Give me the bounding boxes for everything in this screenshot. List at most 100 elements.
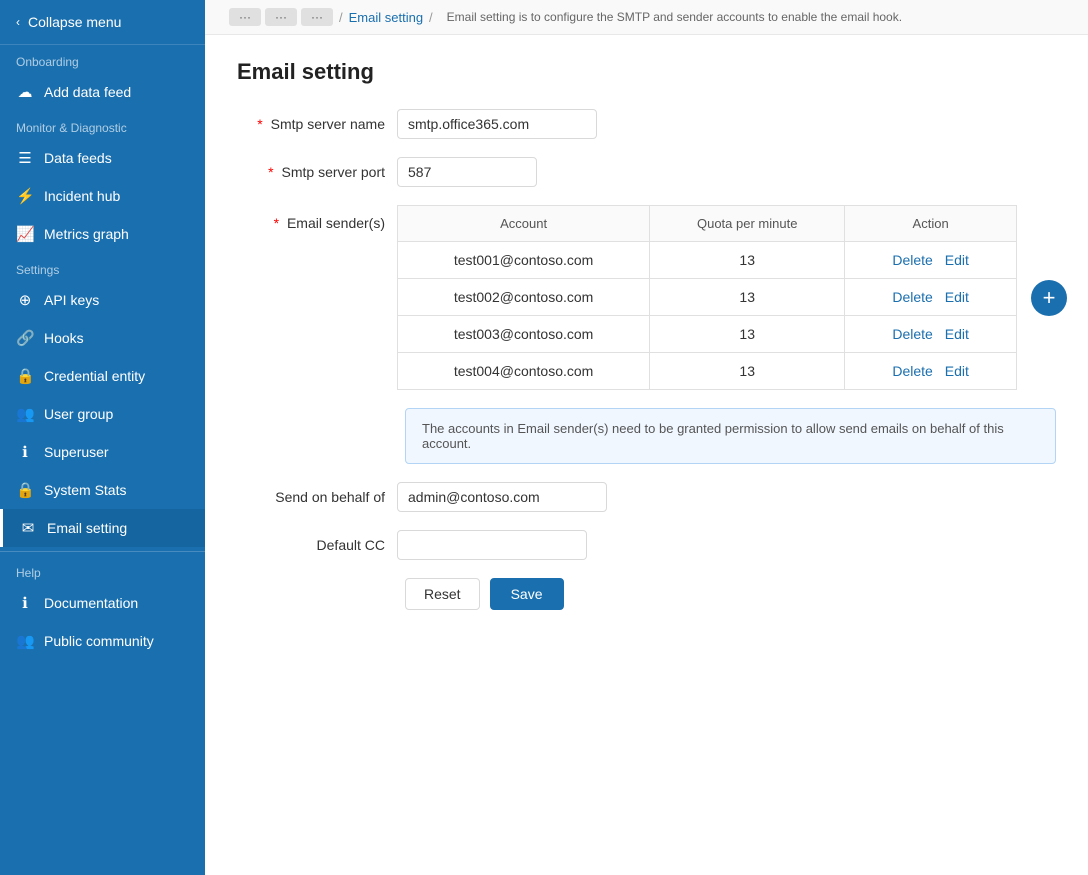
smtp-server-port-row: * Smtp server port (237, 157, 1056, 187)
collapse-menu-button[interactable]: ‹ Collapse menu (0, 0, 205, 45)
chevron-left-icon: ‹ (16, 15, 20, 29)
info-icon: ℹ (16, 443, 34, 461)
info-message: The accounts in Email sender(s) need to … (422, 421, 1004, 451)
required-star: * (257, 116, 262, 132)
sidebar-item-hooks[interactable]: 🔗 Hooks (0, 319, 205, 357)
smtp-server-name-input[interactable] (397, 109, 597, 139)
settings-section-label: Settings (0, 253, 205, 281)
quota-cell: 13 (650, 316, 845, 353)
send-on-behalf-label: Send on behalf of (237, 489, 397, 505)
lock-icon: 🔒 (16, 367, 34, 385)
col-header-quota: Quota per minute (650, 206, 845, 242)
breadcrumb-current: Email setting (349, 10, 423, 25)
quota-cell: 13 (650, 279, 845, 316)
account-cell: test004@contoso.com (398, 353, 650, 390)
edit-link[interactable]: Edit (945, 252, 969, 268)
email-senders-label: * Email sender(s) (237, 205, 397, 231)
add-sender-button[interactable]: + (1031, 280, 1067, 316)
edit-link[interactable]: Edit (945, 289, 969, 305)
email-senders-section: * Email sender(s) Account Quota per minu… (237, 205, 1056, 390)
sidebar-item-label: Add data feed (44, 84, 131, 100)
default-cc-row: Default CC (237, 530, 1056, 560)
delete-link[interactable]: Delete (892, 326, 932, 342)
delete-link[interactable]: Delete (892, 363, 932, 379)
reset-button[interactable]: Reset (405, 578, 480, 610)
sidebar-item-system-stats[interactable]: 🔒 System Stats (0, 471, 205, 509)
account-cell: test002@contoso.com (398, 279, 650, 316)
sidebar-item-label: Hooks (44, 330, 84, 346)
edit-link[interactable]: Edit (945, 326, 969, 342)
edit-link[interactable]: Edit (945, 363, 969, 379)
required-star-2: * (268, 164, 273, 180)
hook-icon: 🔗 (16, 329, 34, 347)
breadcrumb-description: Email setting is to configure the SMTP a… (447, 10, 902, 24)
account-cell: test001@contoso.com (398, 242, 650, 279)
quota-cell: 13 (650, 353, 845, 390)
default-cc-label: Default CC (237, 537, 397, 553)
sidebar-item-label: Credential entity (44, 368, 145, 384)
delete-link[interactable]: Delete (892, 252, 932, 268)
table-row: test001@contoso.com 13 Delete Edit (398, 242, 1017, 279)
save-button[interactable]: Save (490, 578, 564, 610)
sidebar-item-metrics-graph[interactable]: 📈 Metrics graph (0, 215, 205, 253)
col-header-account: Account (398, 206, 650, 242)
sidebar-item-documentation[interactable]: ℹ Documentation (0, 584, 205, 622)
sidebar-item-public-community[interactable]: 👥 Public community (0, 622, 205, 660)
col-header-action: Action (845, 206, 1017, 242)
breadcrumb-tab-2[interactable]: ··· (265, 8, 297, 26)
sidebar-item-label: User group (44, 406, 113, 422)
page-title: Email setting (237, 59, 1056, 85)
send-on-behalf-row: Send on behalf of (237, 482, 1056, 512)
breadcrumb-tab-3[interactable]: ··· (301, 8, 333, 26)
sidebar-item-user-group[interactable]: 👥 User group (0, 395, 205, 433)
sidebar-item-add-data-feed[interactable]: ☁ Add data feed (0, 73, 205, 111)
sidebar: ‹ Collapse menu Onboarding ☁ Add data fe… (0, 0, 205, 875)
sidebar-item-label: Documentation (44, 595, 138, 611)
sidebar-item-label: API keys (44, 292, 99, 308)
stats-lock-icon: 🔒 (16, 481, 34, 499)
cloud-icon: ☁ (16, 83, 34, 101)
sidebar-item-superuser[interactable]: ℹ Superuser (0, 433, 205, 471)
collapse-menu-label: Collapse menu (28, 14, 121, 30)
email-icon: ✉ (19, 519, 37, 537)
info-box: The accounts in Email sender(s) need to … (405, 408, 1056, 464)
sidebar-item-incident-hub[interactable]: ⚡ Incident hub (0, 177, 205, 215)
action-cell: Delete Edit (845, 242, 1017, 279)
email-senders-table: Account Quota per minute Action test001@… (397, 205, 1017, 390)
action-cell: Delete Edit (845, 316, 1017, 353)
sidebar-item-label: Public community (44, 633, 154, 649)
default-cc-input[interactable] (397, 530, 587, 560)
list-icon: ☰ (16, 149, 34, 167)
email-table-wrapper: Account Quota per minute Action test001@… (397, 205, 1017, 390)
smtp-server-port-input[interactable] (397, 157, 537, 187)
action-cell: Delete Edit (845, 279, 1017, 316)
action-buttons: Reset Save (405, 578, 1056, 610)
delete-link[interactable]: Delete (892, 289, 932, 305)
sidebar-item-label: System Stats (44, 482, 126, 498)
monitor-section-label: Monitor & Diagnostic (0, 111, 205, 139)
smtp-server-port-label: * Smtp server port (237, 164, 397, 180)
smtp-server-name-label: * Smtp server name (237, 116, 397, 132)
sidebar-item-label: Data feeds (44, 150, 112, 166)
content-area: Email setting * Smtp server name * Smtp … (205, 35, 1088, 875)
sidebar-item-credential-entity[interactable]: 🔒 Credential entity (0, 357, 205, 395)
breadcrumb-separator-2: / (429, 10, 433, 25)
table-row: test004@contoso.com 13 Delete Edit (398, 353, 1017, 390)
sidebar-item-label: Incident hub (44, 188, 120, 204)
send-on-behalf-input[interactable] (397, 482, 607, 512)
sidebar-item-data-feeds[interactable]: ☰ Data feeds (0, 139, 205, 177)
action-cell: Delete Edit (845, 353, 1017, 390)
breadcrumb-tab-1[interactable]: ··· (229, 8, 261, 26)
help-section-label: Help (0, 556, 205, 584)
table-row: test002@contoso.com 13 Delete Edit (398, 279, 1017, 316)
key-icon: ⊕ (16, 291, 34, 309)
sidebar-item-label: Superuser (44, 444, 109, 460)
breadcrumb-separator: / (339, 10, 343, 25)
breadcrumb: ··· ··· ··· / Email setting / Email sett… (205, 0, 1088, 35)
sidebar-item-email-setting[interactable]: ✉ Email setting (0, 509, 205, 547)
users-icon: 👥 (16, 405, 34, 423)
chart-icon: 📈 (16, 225, 34, 243)
community-icon: 👥 (16, 632, 34, 650)
sidebar-item-label: Email setting (47, 520, 127, 536)
sidebar-item-api-keys[interactable]: ⊕ API keys (0, 281, 205, 319)
